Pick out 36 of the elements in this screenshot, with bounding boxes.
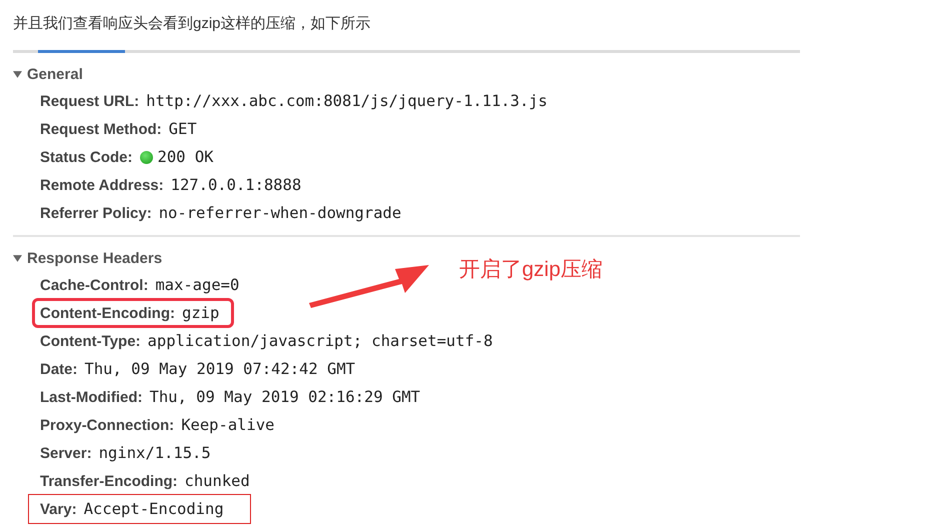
header-name: Transfer-Encoding:	[40, 472, 178, 490]
header-name: Content-Encoding:	[40, 304, 175, 322]
header-name: Server:	[40, 444, 92, 462]
header-value: Accept-Encoding	[84, 500, 224, 518]
header-value: max-age=0	[155, 276, 240, 294]
header-value: nginx/1.15.5	[98, 444, 211, 462]
header-name: Cache-Control:	[40, 276, 148, 294]
header-value: no-referrer-when-downgrade	[158, 204, 402, 222]
header-value: GET	[168, 120, 197, 138]
header-name: Content-Type:	[40, 332, 141, 350]
header-value: 127.0.0.1:8888	[170, 176, 302, 194]
header-name: Last-Modified:	[40, 388, 142, 406]
section-title[interactable]: General	[27, 66, 83, 82]
header-value: Keep-alive	[181, 416, 275, 434]
header-value: Thu, 09 May 2019 07:42:42 GMT	[84, 360, 356, 378]
header-name: Request Method:	[40, 120, 162, 138]
header-value: chunked	[184, 472, 250, 490]
arrow-icon	[309, 263, 429, 309]
header-name: Proxy-Connection:	[40, 416, 174, 434]
header-value: http://xxx.abc.com:8081/js/jquery-1.11.3.js	[146, 92, 548, 110]
header-value: Thu, 09 May 2019 02:16:29 GMT	[150, 388, 420, 406]
header-name: Date:	[40, 360, 78, 378]
expanded-arrow-icon[interactable]	[13, 254, 22, 262]
status-dot-icon	[140, 150, 153, 164]
header-name: Referrer Policy:	[40, 204, 152, 222]
header-value: 200 OK	[158, 148, 214, 166]
annotation-text: 开启了gzip压缩	[459, 257, 603, 283]
header-value: gzip	[182, 304, 220, 322]
header-name: Vary:	[40, 500, 77, 518]
header-name: Request URL:	[40, 92, 140, 110]
header-name: Status Code:	[40, 148, 133, 166]
header-name: Remote Address:	[40, 176, 164, 194]
header-value: application/javascript; charset=utf-8	[148, 332, 493, 350]
intro-text: 并且我们查看响应头会看到gzip这样的压缩，如下所示	[13, 14, 372, 34]
expanded-arrow-icon[interactable]	[13, 70, 22, 78]
section-title[interactable]: Response Headers	[27, 250, 162, 266]
